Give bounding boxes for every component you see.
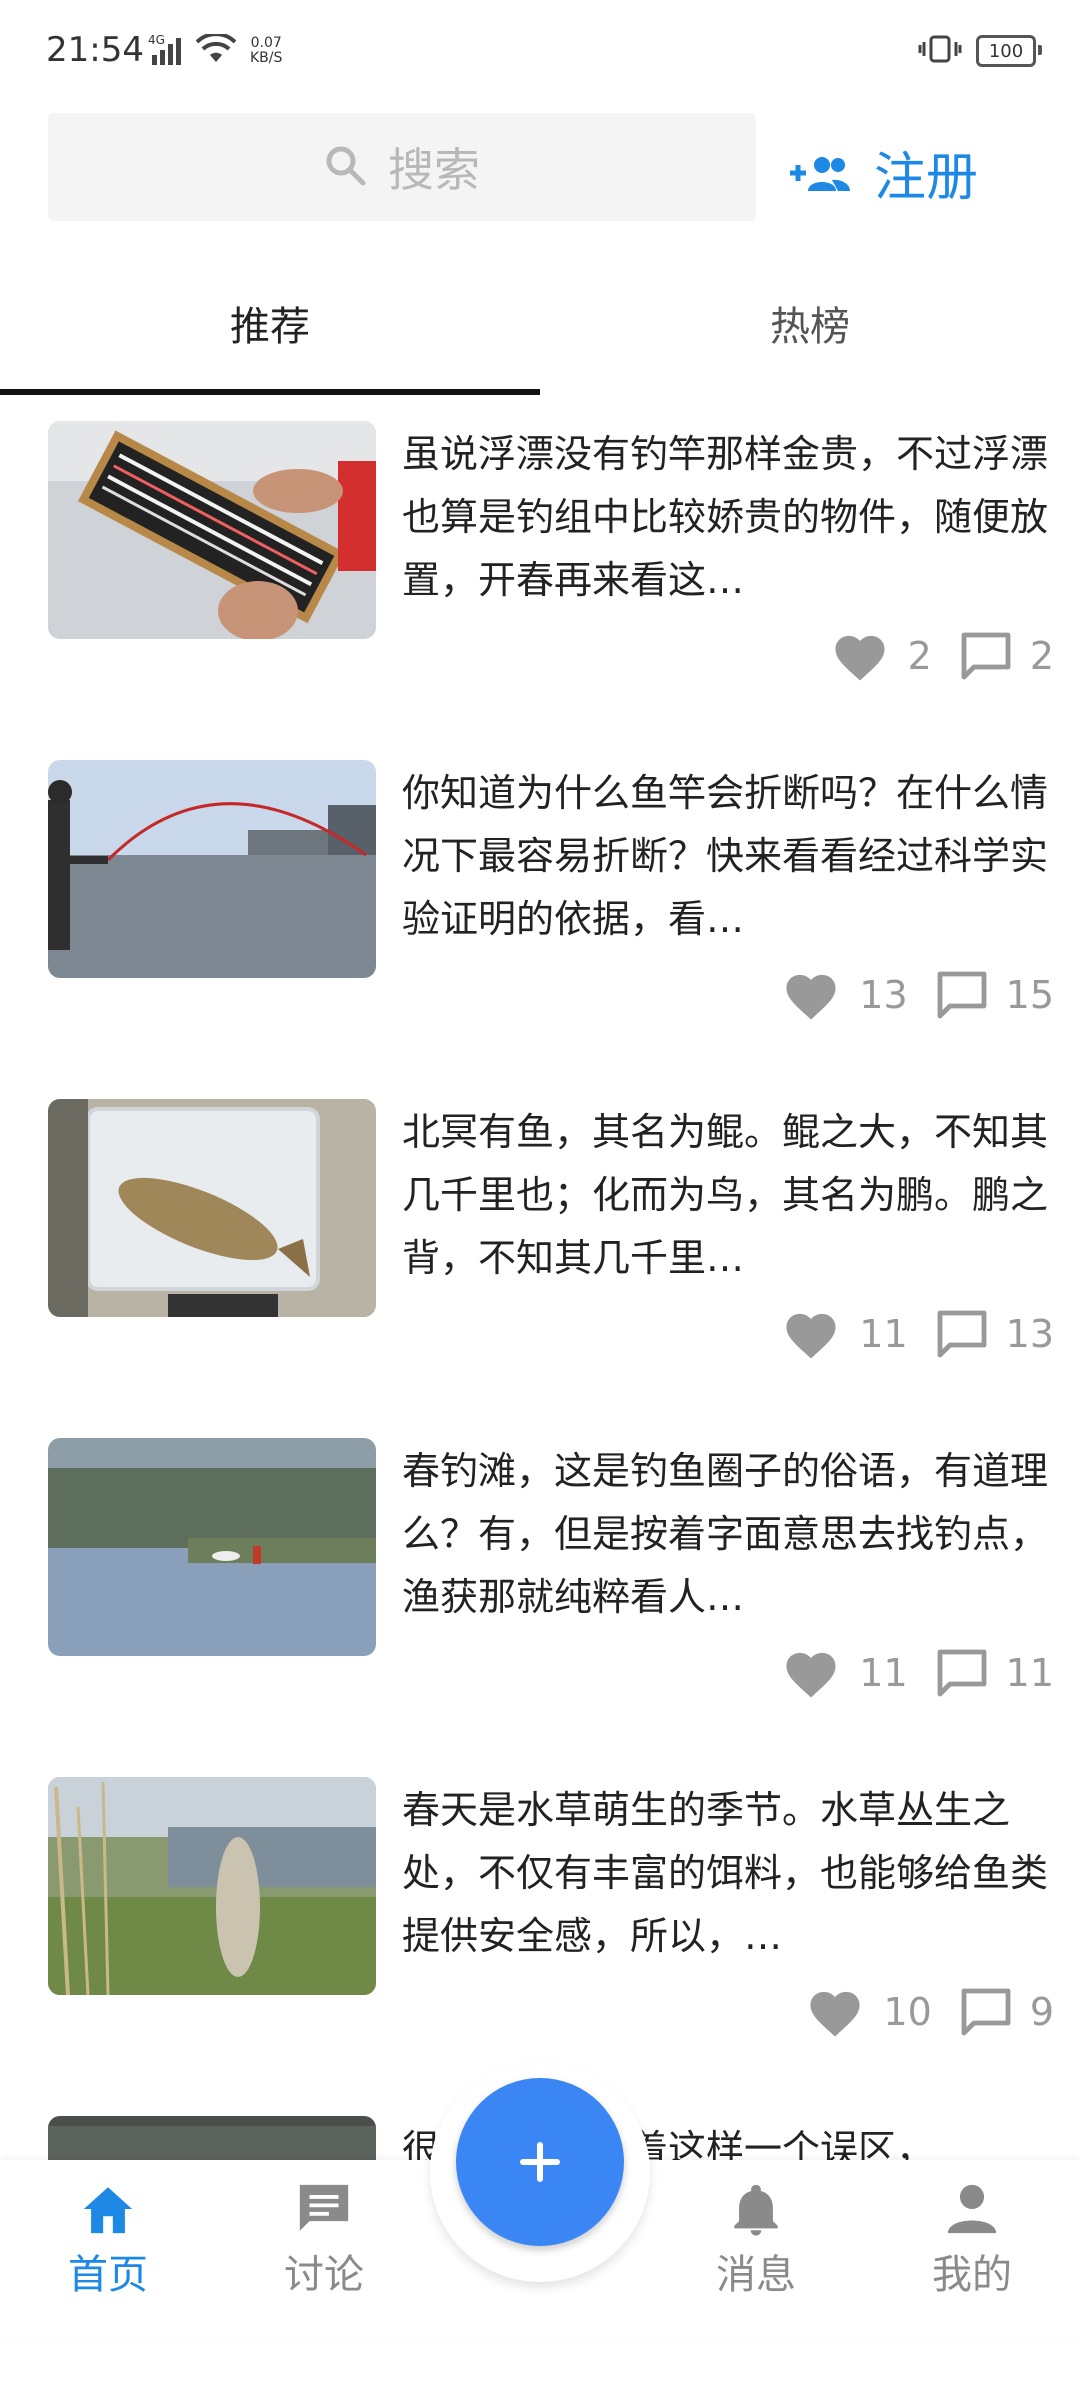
nav-home[interactable]: 首页 xyxy=(0,2182,216,2300)
like-count: 11 xyxy=(859,1651,908,1695)
article-text: 春钓滩，这是钓鱼圈子的俗语，有道理么？有，但是按着字面意思去找钓点，渔获那就纯粹… xyxy=(402,1449,1049,1619)
article-text: 春天是水草萌生的季节。水草丛生之处，不仅有丰富的饵料，也能够给鱼类提供安全感，所… xyxy=(402,1788,1049,1958)
like-icon[interactable] xyxy=(781,1646,841,1700)
article-text: 你知道为什么鱼竿会折断吗？在什么情况下最容易折断？快来看看经过科学实验证明的依据… xyxy=(402,771,1049,941)
comment-icon[interactable] xyxy=(936,1309,988,1359)
article-item[interactable]: 你知道为什么鱼竿会折断吗？在什么情况下最容易折断？快来看看经过科学实验证明的依据… xyxy=(48,760,1054,1050)
article-text: 北冥有鱼，其名为鲲。鲲之大，不知其几千里也；化而为鸟，其名为鹏。鹏之背，不知其几… xyxy=(402,1110,1049,1280)
network-speed: 0.07 KB/S xyxy=(250,35,283,66)
article-item[interactable]: 虽说浮漂没有钓竿那样金贵，不过浮漂也算是钓组中比较娇贵的物件，随便放置，开春再来… xyxy=(48,421,1054,711)
like-count: 11 xyxy=(859,1312,908,1356)
comment-count: 2 xyxy=(1029,634,1054,678)
article-item[interactable]: 春天是水草萌生的季节。水草丛生之处，不仅有丰富的饵料，也能够给鱼类提供安全感，所… xyxy=(48,1777,1054,2067)
article-meta: 2 2 xyxy=(830,629,1054,683)
article-thumbnail xyxy=(48,760,376,978)
comment-icon[interactable] xyxy=(936,970,988,1020)
article-thumbnail xyxy=(48,1099,376,1317)
like-icon[interactable] xyxy=(830,629,890,683)
nav-discussion[interactable]: 讨论 xyxy=(216,2182,432,2300)
wifi-icon xyxy=(195,32,237,68)
article-item[interactable]: 北冥有鱼，其名为鲲。鲲之大，不知其几千里也；化而为鸟，其名为鹏。鹏之背，不知其几… xyxy=(48,1099,1054,1389)
article-text: 虽说浮漂没有钓竿那样金贵，不过浮漂也算是钓组中比较娇贵的物件，随便放置，开春再来… xyxy=(402,432,1049,602)
comment-count: 11 xyxy=(1005,1651,1054,1695)
comment-count: 9 xyxy=(1029,1990,1054,2034)
search-placeholder: 搜索 xyxy=(388,143,480,197)
like-icon[interactable] xyxy=(781,968,841,1022)
comment-count: 13 xyxy=(1005,1312,1054,1356)
tab-hot-list[interactable]: 热榜 xyxy=(540,294,1080,352)
article-thumbnail xyxy=(48,421,376,639)
plus-icon xyxy=(520,2142,560,2182)
like-icon[interactable] xyxy=(781,1307,841,1361)
article-meta: 13 15 xyxy=(781,968,1054,1022)
like-count: 2 xyxy=(907,634,932,678)
bell-icon xyxy=(734,2184,778,2236)
search-icon xyxy=(324,144,366,190)
article-meta: 10 9 xyxy=(805,1985,1054,2039)
add-user-icon xyxy=(790,156,850,191)
nav-profile[interactable]: 我的 xyxy=(864,2182,1080,2300)
article-thumbnail xyxy=(48,1438,376,1656)
tab-bar: 推荐 热榜 xyxy=(0,270,1080,396)
article-item[interactable]: 春钓滩，这是钓鱼圈子的俗语，有道理么？有，但是按着字面意思去找钓点，渔获那就纯粹… xyxy=(48,1438,1054,1728)
article-thumbnail xyxy=(48,1777,376,1995)
article-meta: 11 13 xyxy=(781,1307,1054,1361)
battery-indicator: 100 xyxy=(976,35,1042,67)
chat-icon xyxy=(299,2184,349,2231)
comment-icon[interactable] xyxy=(936,1648,988,1698)
tab-recommended[interactable]: 推荐 xyxy=(0,294,540,352)
status-bar: 21:54 4G 0.07 KB/S 100 xyxy=(0,0,1080,100)
active-tab-indicator xyxy=(0,389,540,395)
home-icon xyxy=(83,2187,133,2234)
comment-icon[interactable] xyxy=(960,631,1012,681)
nav-messages[interactable]: 消息 xyxy=(648,2182,864,2300)
search-bar[interactable]: 搜索 xyxy=(48,113,756,221)
cellular-signal-icon: 4G xyxy=(148,33,182,65)
create-post-button[interactable] xyxy=(456,2078,624,2246)
like-count: 10 xyxy=(883,1990,932,2034)
like-count: 13 xyxy=(859,973,908,1017)
person-icon xyxy=(947,2184,997,2234)
comment-icon[interactable] xyxy=(960,1987,1012,2037)
article-meta: 11 11 xyxy=(781,1646,1054,1700)
comment-count: 15 xyxy=(1005,973,1054,1017)
like-icon[interactable] xyxy=(805,1985,865,2039)
register-button[interactable]: 注册 xyxy=(790,135,978,210)
vibrate-icon xyxy=(918,34,962,68)
register-label: 注册 xyxy=(874,148,979,208)
status-time: 21:54 xyxy=(46,30,144,70)
